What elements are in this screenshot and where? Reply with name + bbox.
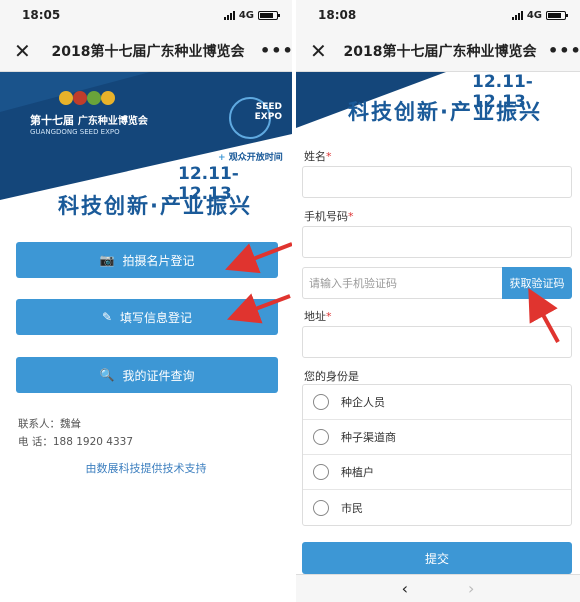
radio-button[interactable] [313, 464, 329, 480]
contact-person: 联系人：魏耸 [18, 418, 81, 430]
verification-code-field[interactable]: 请输入手机验证码 [302, 267, 502, 299]
identity-radio-group: 种企人员 种子渠道商 种植户 市民 [302, 384, 572, 526]
forward-icon[interactable]: › [468, 579, 474, 598]
status-bar: 18:05 4G [0, 0, 292, 30]
radio-button[interactable] [313, 499, 329, 516]
status-time: 18:08 [318, 8, 357, 22]
status-indicators: 4G [511, 9, 568, 21]
left-screen: 18:05 4G ✕ 2018第十七届广东种业博览会 ••• 第十七届 广东种业… [0, 0, 292, 602]
contact-phone: 电 话：188 1920 4337 [18, 436, 133, 448]
fill-info-register-button[interactable]: ✎ 填写信息登记 [16, 299, 278, 335]
logo-english: GUANGDONG SEED EXPO [30, 128, 120, 136]
status-bar: 18:08 4G [296, 0, 580, 30]
seed-expo-badge: SEED EXPO [255, 102, 282, 122]
pencil-icon: ✎ [101, 310, 113, 324]
battery-icon [258, 10, 280, 20]
tech-support-link[interactable]: 由数展科技提供技术支持 [0, 460, 292, 476]
signal-icon [511, 10, 523, 20]
signal-icon [223, 10, 235, 20]
expo-slogan: 科技创新·产业振兴 [348, 100, 542, 124]
identity-label: 您的身份是 [304, 370, 359, 383]
logo-subtitle: 广东种业博览会 [77, 116, 148, 127]
address-field[interactable] [302, 326, 572, 358]
expo-slogan: 科技创新·产业振兴 [58, 194, 252, 218]
expo-badge-line2: EXPO [254, 112, 282, 122]
close-icon[interactable]: ✕ [14, 39, 36, 63]
my-credential-query-button[interactable]: 🔍 我的证件查询 [16, 357, 278, 393]
address-label: 地址* [304, 310, 332, 323]
expo-logo: 第十七届 广东种业博览会 GUANGDONG SEED EXPO [30, 112, 148, 136]
close-icon[interactable]: ✕ [310, 39, 332, 63]
radio-option[interactable]: 种植户 [303, 455, 571, 490]
nav-bar: ✕ 2018第十七届广东种业博览会 ••• [296, 30, 580, 72]
page-title: 2018第十七届广东种业博览会 [343, 43, 537, 60]
get-code-button[interactable]: 获取验证码 [502, 267, 572, 299]
radio-button[interactable] [313, 394, 329, 410]
status-indicators: 4G [223, 9, 280, 21]
page-title: 2018第十七届广东种业博览会 [51, 43, 245, 60]
more-icon[interactable]: ••• [548, 41, 580, 60]
right-screen: 18:08 4G ✕ 2018第十七届广东种业博览会 ••• 12.11-12.… [296, 0, 580, 602]
expo-badge-line1: SEED [255, 102, 282, 112]
camera-icon: 📷 [99, 253, 115, 267]
phone-label: 手机号码* [304, 210, 354, 223]
name-field[interactable] [302, 166, 572, 198]
photo-card-register-button[interactable]: 📷 拍摄名片登记 [16, 242, 278, 278]
name-label: 姓名* [304, 150, 332, 163]
plus-icon: + [218, 153, 226, 163]
browser-bottom-bar: ‹ › [296, 574, 580, 602]
network-label: 4G [238, 9, 254, 21]
more-icon[interactable]: ••• [260, 41, 292, 60]
battery-icon [546, 10, 568, 20]
submit-button[interactable]: 提交 [302, 542, 572, 574]
logo-title: 第十七届 [30, 114, 74, 127]
back-icon[interactable]: ‹ [402, 579, 408, 598]
phone-field[interactable] [302, 226, 572, 258]
status-time: 18:05 [22, 8, 61, 22]
radio-option[interactable]: 种企人员 [303, 385, 571, 420]
radio-option[interactable]: 市民 [303, 490, 571, 525]
nav-bar: ✕ 2018第十七届广东种业博览会 ••• [0, 30, 292, 72]
open-time-label: + 观众开放时间 [218, 153, 283, 163]
search-icon: 🔍 [99, 368, 115, 382]
network-label: 4G [526, 9, 542, 21]
radio-button[interactable] [313, 429, 329, 445]
radio-option[interactable]: 种子渠道商 [303, 420, 571, 455]
